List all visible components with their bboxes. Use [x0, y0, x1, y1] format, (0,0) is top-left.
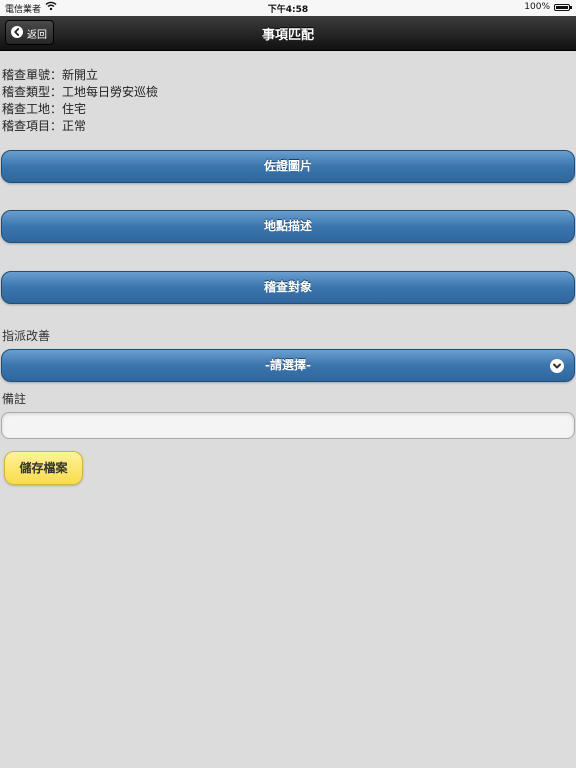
- assign-improvement-label: 指派改善: [2, 329, 51, 343]
- assign-improvement-select[interactable]: -請選擇-: [1, 349, 575, 382]
- chevron-down-icon: [550, 359, 564, 373]
- location-description-button[interactable]: 地點描述: [1, 210, 575, 243]
- battery-icon: [554, 4, 572, 11]
- assign-select-value: -請選擇-: [265, 358, 311, 372]
- inspection-site: 稽查工地：住宅: [2, 102, 87, 116]
- inspection-type: 稽查類型：工地每日勞安巡檢: [2, 85, 159, 99]
- page-title: 事項匹配: [261, 28, 314, 43]
- evidence-photo-button[interactable]: 佐證圖片: [1, 150, 575, 183]
- clock: 下午4:58: [267, 5, 309, 15]
- inspection-target-button[interactable]: 稽查對象: [1, 271, 575, 304]
- inspection-number: 稽查單號：新開立: [2, 68, 99, 82]
- battery-percent: 100%: [524, 2, 550, 12]
- nav-header: 返回 事項匹配: [0, 16, 576, 51]
- save-file-button[interactable]: 儲存檔案: [4, 451, 83, 485]
- notes-field[interactable]: [1, 412, 575, 439]
- inspection-item: 稽查項目：正常: [2, 119, 87, 133]
- notes-label: 備註: [2, 392, 27, 406]
- status-bar: 電信業者 下午4:58 100%: [0, 0, 576, 16]
